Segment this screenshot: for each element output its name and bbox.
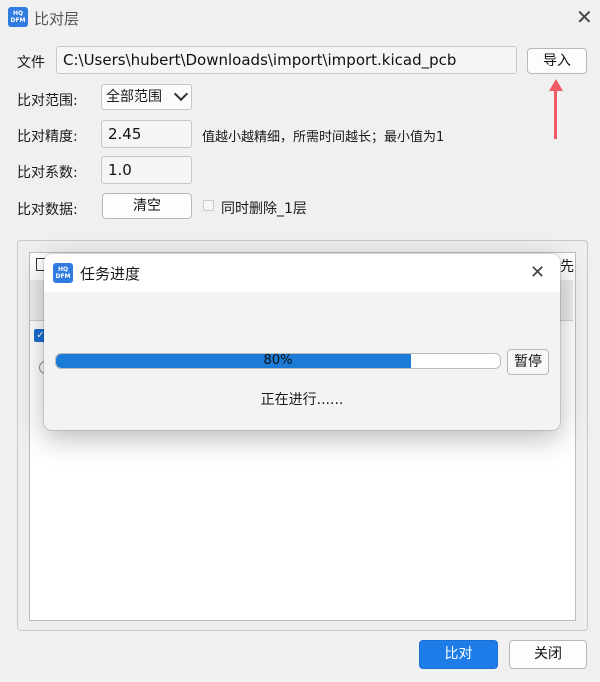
app-logo-icon: HQ DFM <box>8 7 28 27</box>
coefficient-input[interactable]: 1.0 <box>101 156 192 184</box>
dialog-logo-icon: HQ DFM <box>53 263 73 283</box>
precision-input[interactable]: 2.45 <box>101 120 192 148</box>
file-path-field[interactable]: C:\Users\hubert\Downloads\import\import.… <box>56 46 517 74</box>
range-select[interactable]: 全部范围 <box>101 84 192 110</box>
panel-partial-text: 先 <box>560 259 574 275</box>
close-button[interactable]: 关闭 <box>509 640 587 669</box>
progress-dialog: HQ DFM 任务进度 ✕ 80% 暂停 正在进行...... <box>44 254 560 430</box>
precision-label: 比对精度: <box>17 129 78 145</box>
progress-percent-label: 80% <box>263 353 293 368</box>
progress-dialog-title: 任务进度 <box>80 265 141 283</box>
title-bar: HQ DFM 比对层 ✕ <box>0 0 600 34</box>
import-button[interactable]: 导入 <box>527 48 587 74</box>
pause-button[interactable]: 暂停 <box>507 349 549 375</box>
annotation-arrow-shaft <box>554 90 557 139</box>
dialog-close-icon[interactable]: ✕ <box>530 263 545 283</box>
compare-button[interactable]: 比对 <box>419 640 498 669</box>
window-title: 比对层 <box>34 10 80 28</box>
window-close-icon[interactable]: ✕ <box>576 7 593 27</box>
coefficient-label: 比对系数: <box>17 165 78 181</box>
precision-hint: 值越小越精细，所需时间越长；最小值为1 <box>202 130 445 145</box>
range-select-value: 全部范围 <box>106 89 162 105</box>
file-label: 文件 <box>17 55 45 71</box>
data-label: 比对数据: <box>17 202 78 218</box>
delete-layer-checkbox[interactable] <box>203 200 214 211</box>
clear-button[interactable]: 清空 <box>102 193 192 219</box>
progress-status-text: 正在进行...... <box>260 392 344 408</box>
range-label: 比对范围: <box>17 93 78 109</box>
delete-layer-checkbox-label: 同时删除_1层 <box>221 201 307 217</box>
progress-bar: 80% <box>55 353 501 369</box>
chevron-down-icon <box>173 86 189 102</box>
